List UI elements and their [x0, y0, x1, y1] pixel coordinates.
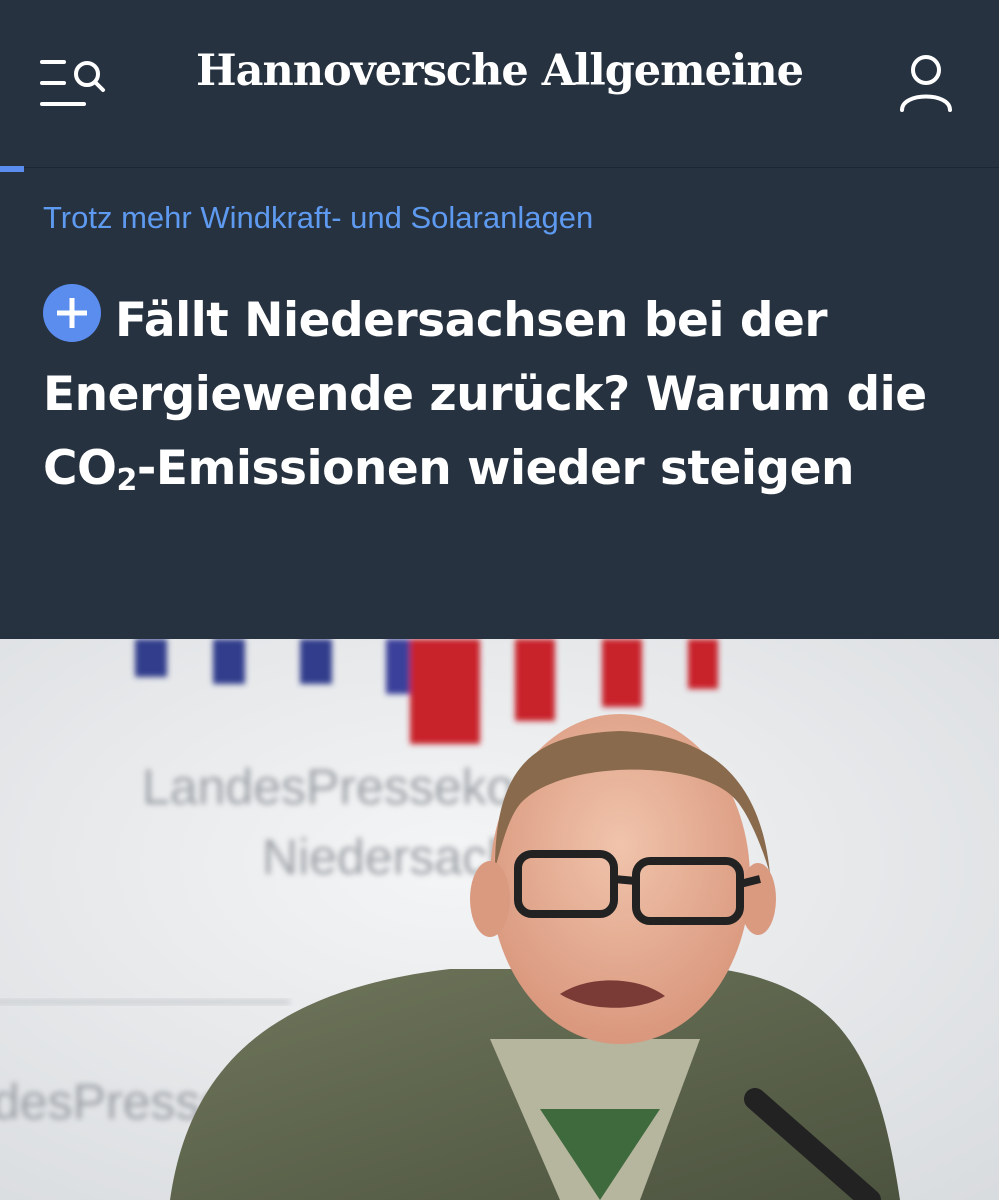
- account-button[interactable]: [898, 54, 954, 112]
- site-header: Hannoversche Allgemeine: [0, 0, 999, 168]
- article-header: Trotz mehr Windkraft- und Solaranlagen F…: [0, 172, 999, 639]
- article-photo-image: LandesPressekonferenz Niedersachsen desP…: [0, 639, 999, 1200]
- article-photo[interactable]: LandesPressekonferenz Niedersachsen desP…: [0, 639, 999, 1200]
- headline-text-part2: -Emissionen wieder steigen: [136, 441, 855, 496]
- article-kicker[interactable]: Trotz mehr Windkraft- und Solaranlagen: [43, 200, 593, 236]
- headline-subscript: 2: [116, 463, 137, 498]
- article-headline: Fällt Niedersachsen bei der Energiewende…: [43, 284, 963, 518]
- user-icon: [900, 55, 952, 112]
- plus-icon: [43, 284, 101, 342]
- site-logo[interactable]: Hannoversche Allgemeine: [0, 46, 999, 96]
